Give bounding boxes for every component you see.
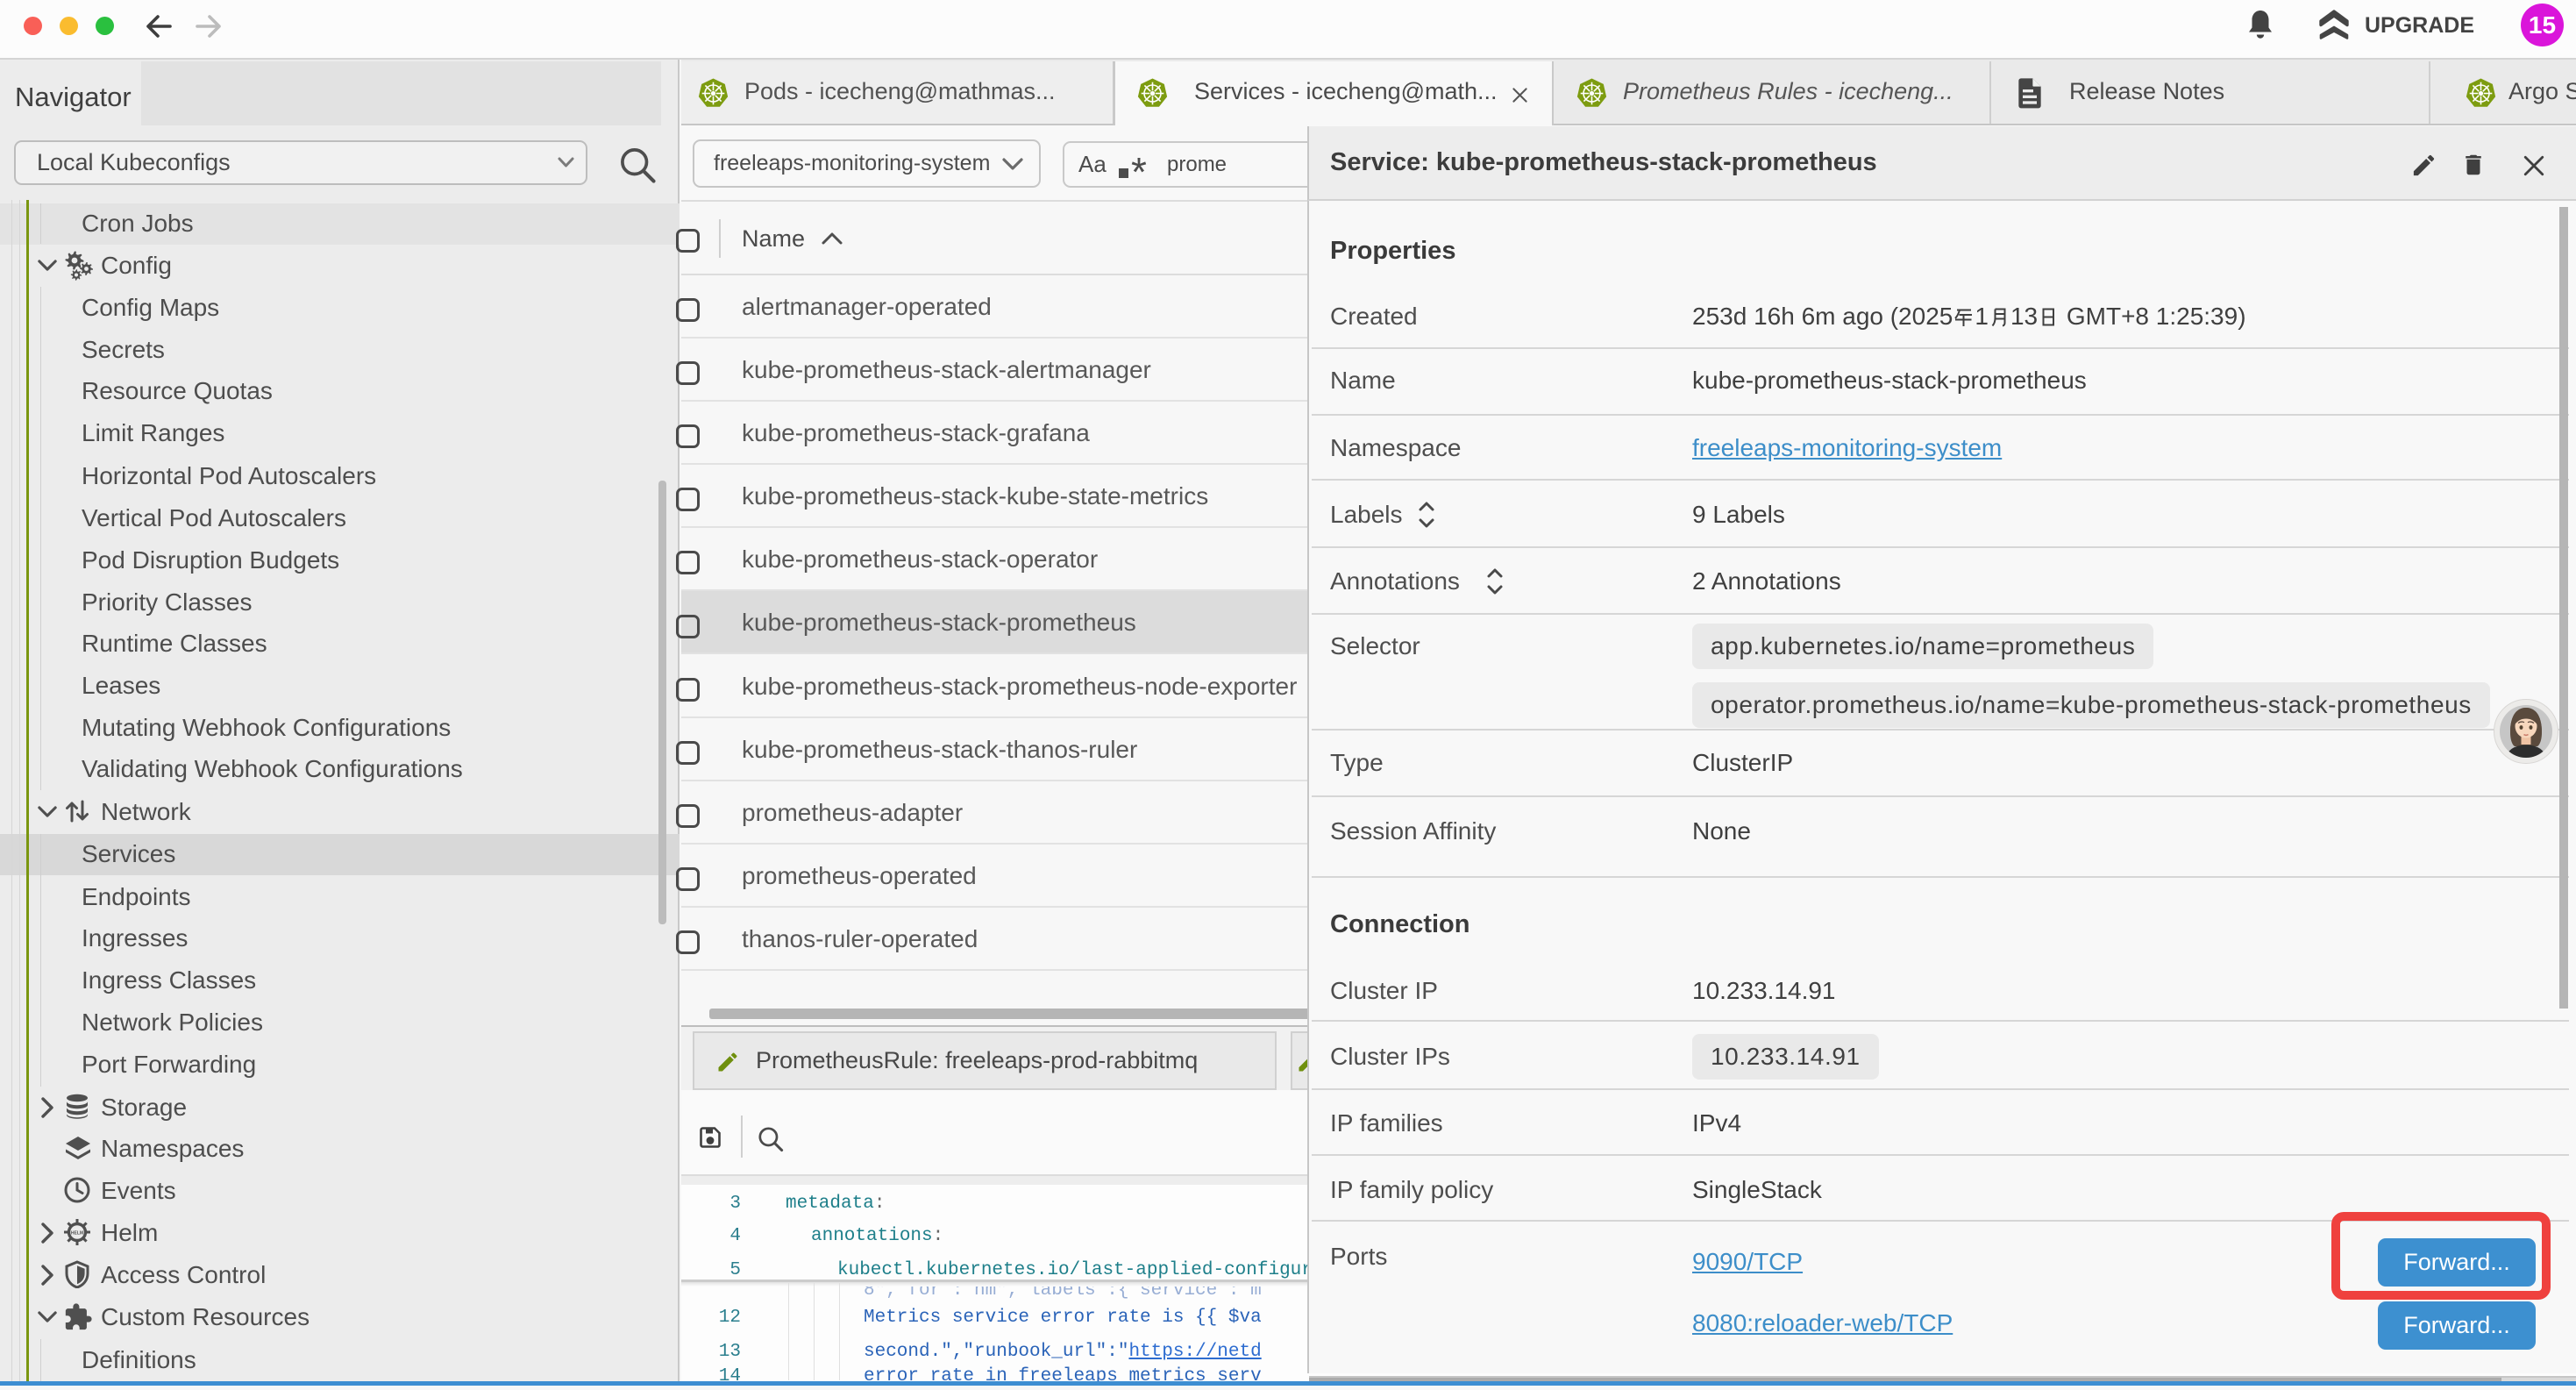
svg-text:HELM: HELM xyxy=(71,1231,83,1237)
